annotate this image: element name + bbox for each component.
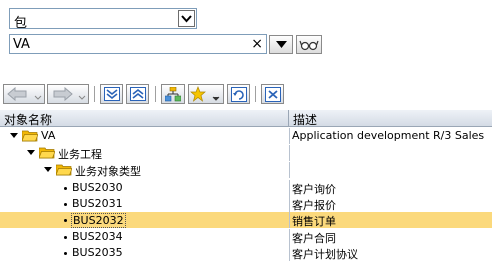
leaf-bullet-icon [64, 187, 67, 190]
collapse-all-button[interactable] [126, 84, 149, 104]
chevron-down-icon[interactable] [178, 10, 195, 27]
tree-row-va[interactable]: VA Application development R/3 Sales [0, 128, 492, 144]
favorites-button[interactable] [188, 84, 224, 104]
tree-node-description: 销售订单 [289, 212, 492, 228]
forward-button[interactable] [47, 84, 89, 104]
arrow-left-icon [7, 87, 42, 101]
tree-row-business-object-types[interactable]: 业务对象类型 [0, 162, 492, 178]
object-name-value: VA [13, 37, 30, 52]
toolbar-separator [94, 86, 95, 102]
tree-node-label: 业务对象类型 [75, 165, 141, 178]
open-folder-icon [39, 147, 55, 159]
arrow-right-icon [53, 87, 86, 101]
tree-node-label: BUS2035 [72, 246, 123, 259]
tree-row-bus2031[interactable]: BUS2031 客户报价 [0, 196, 492, 212]
collapse-all-icon [129, 87, 146, 101]
back-button[interactable] [3, 84, 45, 104]
tree-node-description: 客户询价 [289, 180, 492, 196]
toolbar-separator [255, 86, 256, 102]
expand-all-button[interactable] [100, 84, 123, 104]
expand-arrow-icon[interactable] [27, 150, 35, 155]
expand-arrow-icon[interactable] [44, 167, 52, 172]
toolbar-separator [155, 86, 156, 102]
history-dropdown-button[interactable] [269, 35, 293, 54]
tree-row-bus2030[interactable]: BUS2030 客户询价 [0, 180, 492, 196]
tree-node-label: BUS2030 [72, 181, 123, 194]
tree-node-label: BUS2032 [71, 213, 126, 228]
column-header-description[interactable]: 描述 [289, 110, 492, 127]
object-type-value: 包 [14, 16, 28, 31]
tree-node-label: VA [41, 129, 56, 142]
star-icon [190, 86, 220, 102]
refresh-icon [230, 86, 247, 102]
expand-all-icon [103, 87, 120, 101]
expand-arrow-icon[interactable] [10, 133, 18, 138]
tree-row-bus2034[interactable]: BUS2034 客户合同 [0, 229, 492, 245]
display-button[interactable] [296, 35, 322, 54]
tree-node-description [289, 145, 492, 161]
glasses-icon [299, 40, 319, 50]
leaf-bullet-icon [64, 219, 67, 222]
tree-row-bus2035[interactable]: BUS2035 客户计划协议 [0, 245, 492, 261]
triangle-down-icon [275, 41, 287, 48]
leaf-bullet-icon [64, 252, 67, 255]
clear-icon[interactable]: × [251, 36, 263, 52]
object-type-select[interactable]: 包 [9, 8, 197, 31]
open-folder-icon [22, 130, 38, 142]
tree-node-label: BUS2031 [72, 197, 123, 210]
tree-node-description [289, 162, 492, 178]
tree-node-description: Application development R/3 Sales [289, 128, 492, 144]
tree-node-label: 业务工程 [58, 148, 102, 161]
object-tree: 对象名称 描述 VA Application development R/3 S… [0, 110, 492, 263]
hierarchy-icon [165, 86, 181, 101]
object-name-input[interactable]: VA × [9, 34, 267, 54]
tree-node-label: BUS2034 [72, 230, 123, 243]
tree-node-description: 客户合同 [289, 229, 492, 245]
column-header-object-name[interactable]: 对象名称 [0, 110, 289, 127]
close-icon [264, 86, 281, 102]
leaf-bullet-icon [64, 203, 67, 206]
tree-node-description: 客户报价 [289, 196, 492, 212]
tree-row-business-engineering[interactable]: 业务工程 [0, 145, 492, 161]
leaf-bullet-icon [64, 236, 67, 239]
hierarchy-button[interactable] [161, 84, 185, 104]
refresh-button[interactable] [227, 84, 250, 104]
close-button[interactable] [261, 84, 284, 104]
open-folder-icon [56, 164, 72, 176]
tree-row-bus2032[interactable]: BUS2032 销售订单 [0, 212, 492, 228]
tree-node-description: 客户计划协议 [289, 245, 492, 261]
